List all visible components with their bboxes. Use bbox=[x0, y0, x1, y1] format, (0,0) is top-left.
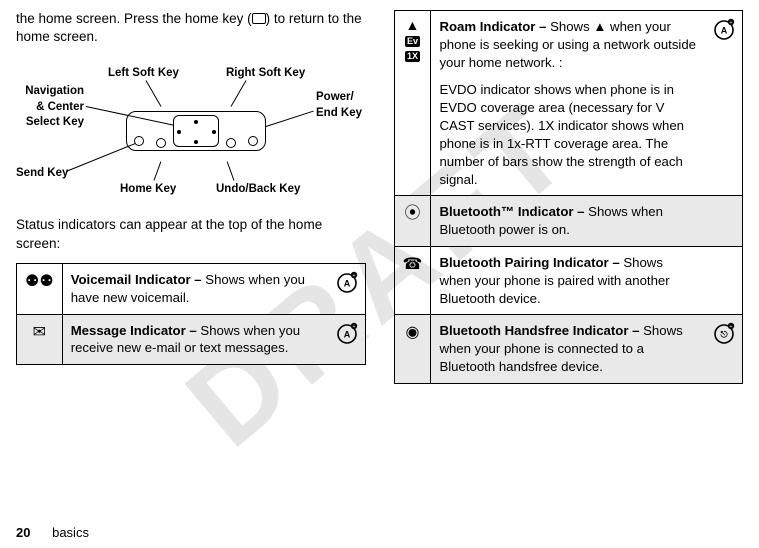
key-diagram: Navigation & Center Select Key Left Soft… bbox=[16, 56, 366, 206]
bt-pair-icon: ☎ bbox=[394, 246, 431, 314]
label-home: Home Key bbox=[120, 182, 176, 198]
table-row: ◉Bluetooth Handsfree Indicator – Shows w… bbox=[394, 315, 743, 383]
svg-text:+: + bbox=[730, 20, 733, 26]
bt-handsfree-icon: ◉ bbox=[394, 315, 431, 383]
table-row: ▲ Ev 1X Roam Indicator – Shows ▲ when your … bbox=[394, 11, 743, 196]
indicator-desc: Roam Indicator – Shows ▲ when your phone… bbox=[431, 11, 743, 196]
voicemail-icon: ⚉⚉ bbox=[17, 263, 63, 314]
svg-text:⎋: ⎋ bbox=[720, 330, 728, 340]
table-row: ⚉⚉Voicemail Indicator – Shows when you h… bbox=[17, 263, 366, 314]
status-badge-icon: +⎋ bbox=[712, 321, 736, 345]
label-left-soft: Left Soft Key bbox=[108, 66, 179, 82]
leader-line bbox=[146, 81, 162, 107]
svg-text:A: A bbox=[343, 329, 350, 339]
page-columns: the home screen. Press the home key () t… bbox=[0, 0, 759, 384]
indicator-name: Bluetooth™ Indicator – bbox=[439, 204, 588, 219]
right-column: ▲ Ev 1X Roam Indicator – Shows ▲ when your … bbox=[394, 10, 744, 384]
status-intro: Status indicators can appear at the top … bbox=[16, 216, 366, 252]
svg-text:A: A bbox=[343, 278, 350, 288]
indicator-table-right: ▲ Ev 1X Roam Indicator – Shows ▲ when your … bbox=[394, 10, 744, 384]
label-right-soft: Right Soft Key bbox=[226, 66, 305, 82]
home-key-icon bbox=[252, 13, 266, 24]
table-row: ⦿Bluetooth™ Indicator – Shows when Bluet… bbox=[394, 196, 743, 247]
indicator-name: Bluetooth Pairing Indicator – bbox=[439, 255, 623, 270]
indicator-desc: Bluetooth™ Indicator – Shows when Blueto… bbox=[431, 196, 743, 247]
status-badge-icon: +A bbox=[335, 270, 359, 294]
ev-icon: Ev bbox=[405, 36, 420, 47]
indicator-text-extra: EVDO indicator shows when phone is in EV… bbox=[439, 81, 698, 188]
label-send: Send Key bbox=[16, 166, 68, 182]
indicator-desc: Voicemail Indicator – Shows when you hav… bbox=[62, 263, 365, 314]
indicator-name: Roam Indicator – bbox=[439, 19, 550, 34]
roam-icon: ▲ Ev 1X bbox=[394, 11, 431, 196]
indicator-name: Bluetooth Handsfree Indicator – bbox=[439, 323, 643, 338]
indicator-desc: Bluetooth Pairing Indicator – Shows when… bbox=[431, 246, 743, 314]
table-row: ☎Bluetooth Pairing Indicator – Shows whe… bbox=[394, 246, 743, 314]
page-number: 20 bbox=[16, 525, 30, 540]
page-footer: 20 basics bbox=[16, 524, 89, 542]
svg-text:+: + bbox=[352, 324, 355, 330]
svg-text:+: + bbox=[352, 273, 355, 279]
triangle-icon: ▲ bbox=[406, 18, 420, 32]
section-name: basics bbox=[52, 525, 89, 540]
status-badge-icon: +A bbox=[335, 321, 359, 345]
message-icon: ✉ bbox=[17, 314, 63, 365]
label-undo: Undo/Back Key bbox=[216, 182, 300, 198]
status-badge-icon: +A bbox=[712, 17, 736, 41]
table-row: ✉Message Indicator – Shows when you rece… bbox=[17, 314, 366, 365]
indicator-table-left: ⚉⚉Voicemail Indicator – Shows when you h… bbox=[16, 263, 366, 365]
indicator-desc: Message Indicator – Shows when you recei… bbox=[62, 314, 365, 365]
left-column: the home screen. Press the home key () t… bbox=[16, 10, 366, 384]
leader-line bbox=[227, 162, 235, 181]
indicator-desc: Bluetooth Handsfree Indicator – Shows wh… bbox=[431, 315, 743, 383]
leader-line bbox=[66, 143, 136, 172]
bluetooth-icon: ⦿ bbox=[394, 196, 431, 247]
intro-prefix: the home screen. Press the home key ( bbox=[16, 11, 252, 26]
leader-line bbox=[154, 162, 162, 181]
svg-text:A: A bbox=[721, 26, 728, 36]
indicator-name: Message Indicator – bbox=[71, 323, 201, 338]
intro-text: the home screen. Press the home key () t… bbox=[16, 10, 366, 46]
leader-line bbox=[266, 111, 314, 127]
leader-line bbox=[231, 81, 247, 107]
label-nav-center: Navigation & Center Select Key bbox=[16, 84, 84, 131]
onex-icon: 1X bbox=[405, 51, 420, 62]
indicator-name: Voicemail Indicator – bbox=[71, 272, 206, 287]
label-power-end: Power/ End Key bbox=[316, 90, 376, 121]
svg-text:+: + bbox=[730, 325, 733, 331]
